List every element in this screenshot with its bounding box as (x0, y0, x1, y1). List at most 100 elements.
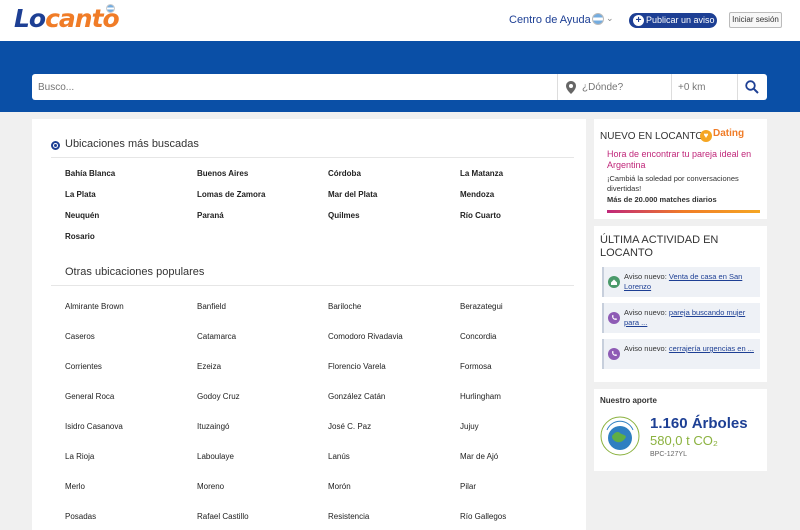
location-link[interactable]: Banfield (197, 302, 226, 311)
top-location-link[interactable]: Buenos Aires (197, 169, 248, 178)
activity-item[interactable]: Aviso nuevo: cerrajería urgencias en ... (602, 339, 760, 369)
top-location-link[interactable]: La Plata (65, 190, 96, 199)
locations-panel: Ubicaciones más buscadas Bahía Blanca Bu… (32, 119, 586, 530)
divider (557, 74, 558, 100)
location-link[interactable]: Bariloche (328, 302, 361, 311)
location-link[interactable]: Almirante Brown (65, 302, 124, 311)
country-flag-icon[interactable] (592, 13, 604, 25)
divider (51, 285, 574, 286)
dating-logo-label: Dating (713, 128, 745, 139)
activity-prefix: Aviso nuevo: (624, 344, 667, 353)
location-link[interactable]: Concordia (460, 332, 496, 341)
login-button[interactable]: Iniciar sesión (729, 12, 782, 28)
activity-item[interactable]: Aviso nuevo: Venta de casa en San Lorenz… (602, 267, 760, 297)
search-bar: +0 km (32, 74, 767, 100)
publish-ad-button[interactable]: + Publicar un aviso (629, 13, 717, 28)
location-link[interactable]: Río Gallegos (460, 512, 506, 521)
phone-icon (608, 312, 620, 324)
search-input[interactable] (32, 74, 557, 100)
location-link[interactable]: Corrientes (65, 362, 102, 371)
activity-link[interactable]: cerrajería urgencias en ... (669, 344, 754, 353)
location-link[interactable]: Jujuy (460, 422, 479, 431)
top-location-link[interactable]: Quilmes (328, 211, 360, 220)
search-button[interactable] (737, 74, 767, 100)
phone-icon (608, 348, 620, 360)
top-location-link[interactable]: Rosario (65, 232, 95, 241)
dating-matches: Más de 20.000 matches diarios (607, 195, 717, 204)
location-link[interactable]: Ezeiza (197, 362, 221, 371)
location-link[interactable]: Godoy Cruz (197, 392, 240, 401)
house-icon (608, 276, 620, 288)
location-link[interactable]: Pilar (460, 482, 476, 491)
location-link[interactable]: Posadas (65, 512, 96, 521)
publish-ad-label: Publicar un aviso (646, 15, 715, 25)
top-location-link[interactable]: La Matanza (460, 169, 503, 178)
gradient-bar (607, 210, 760, 213)
help-center-link[interactable]: Centro de Ayuda (509, 14, 591, 26)
radius-selector[interactable]: +0 km (678, 82, 706, 93)
top-bar: Locanto Centro de Ayuda ⌄ + Publicar un … (0, 0, 800, 41)
top-location-link[interactable]: Mar del Plata (328, 190, 377, 199)
dating-promo-card[interactable]: NUEVO EN LOCANTO ♥ Dating Hora de encontr… (594, 119, 767, 219)
location-link[interactable]: Formosa (460, 362, 492, 371)
location-link[interactable]: General Roca (65, 392, 114, 401)
trees-count: 1.160 Árboles (650, 415, 748, 432)
top-location-link[interactable]: Neuquén (65, 211, 99, 220)
blue-planet-badge-icon (600, 416, 640, 456)
co2-amount: 580,0 t CO₂ (650, 433, 718, 448)
location-link[interactable]: Comodoro Rivadavia (328, 332, 403, 341)
top-location-link[interactable]: Córdoba (328, 169, 361, 178)
activity-card: ÚLTIMA ACTIVIDAD EN LOCANTO Aviso nuevo:… (594, 226, 767, 382)
other-locations-title: Otras ubicaciones populares (65, 266, 205, 278)
contribution-title: Nuestro aporte (600, 396, 657, 405)
dating-promo-title: NUEVO EN LOCANTO (600, 131, 704, 142)
locanto-logo[interactable]: Locanto (14, 4, 120, 33)
location-link[interactable]: González Catán (328, 392, 385, 401)
location-link[interactable]: José C. Paz (328, 422, 371, 431)
top-location-link[interactable]: Paraná (197, 211, 224, 220)
location-link[interactable]: Lanús (328, 452, 350, 461)
activity-title: ÚLTIMA ACTIVIDAD EN LOCANTO (600, 234, 719, 259)
location-link[interactable]: Berazategui (460, 302, 503, 311)
search-icon (745, 80, 759, 94)
location-link[interactable]: Merlo (65, 482, 85, 491)
top-location-link[interactable]: Lomas de Zamora (197, 190, 265, 199)
top-location-link[interactable]: Río Cuarto (460, 211, 501, 220)
location-link[interactable]: Hurlingham (460, 392, 501, 401)
dating-subtitle: ¡Cambiá la soledad por conversaciones di… (607, 174, 739, 193)
top-locations-title: Ubicaciones más buscadas (65, 138, 199, 150)
location-link[interactable]: Resistencia (328, 512, 369, 521)
location-link[interactable]: Florencio Varela (328, 362, 386, 371)
top-location-link[interactable]: Mendoza (460, 190, 494, 199)
activity-text: Aviso nuevo: Venta de casa en San Lorenz… (624, 272, 758, 292)
activity-text: Aviso nuevo: pareja buscando mujer para … (624, 308, 758, 328)
plus-icon: + (633, 15, 644, 26)
location-link[interactable]: La Rioja (65, 452, 94, 461)
divider (51, 157, 574, 158)
argentina-flag-icon (106, 4, 115, 13)
activity-item[interactable]: Aviso nuevo: pareja buscando mujer para … (602, 303, 760, 333)
location-link[interactable]: Mar de Ajó (460, 452, 498, 461)
location-link[interactable]: Catamarca (197, 332, 236, 341)
radio-selected-icon (51, 141, 60, 150)
activity-prefix: Aviso nuevo: (624, 308, 667, 317)
activity-prefix: Aviso nuevo: (624, 272, 667, 281)
location-link[interactable]: Caseros (65, 332, 95, 341)
dating-headline: Hora de encontrar tu pareja ideal en Arg… (607, 149, 752, 170)
activity-text: Aviso nuevo: cerrajería urgencias en ... (624, 344, 758, 354)
divider (671, 74, 672, 100)
contribution-card: Nuestro aporte 1.160 Árboles 580,0 t CO₂… (594, 389, 767, 471)
location-pin-icon (566, 81, 576, 94)
location-link[interactable]: Ituzaingó (197, 422, 229, 431)
location-input[interactable] (582, 74, 670, 100)
top-location-link[interactable]: Bahía Blanca (65, 169, 115, 178)
location-link[interactable]: Moreno (197, 482, 224, 491)
certificate-code: BPC-127YL (650, 451, 687, 458)
heart-icon: ♥ (700, 130, 712, 142)
chevron-down-icon[interactable]: ⌄ (606, 13, 614, 24)
location-link[interactable]: Rafael Castillo (197, 512, 249, 521)
location-link[interactable]: Laboulaye (197, 452, 234, 461)
location-link[interactable]: Morón (328, 482, 351, 491)
dating-logo: ♥ Dating (700, 128, 744, 142)
location-link[interactable]: Isidro Casanova (65, 422, 123, 431)
